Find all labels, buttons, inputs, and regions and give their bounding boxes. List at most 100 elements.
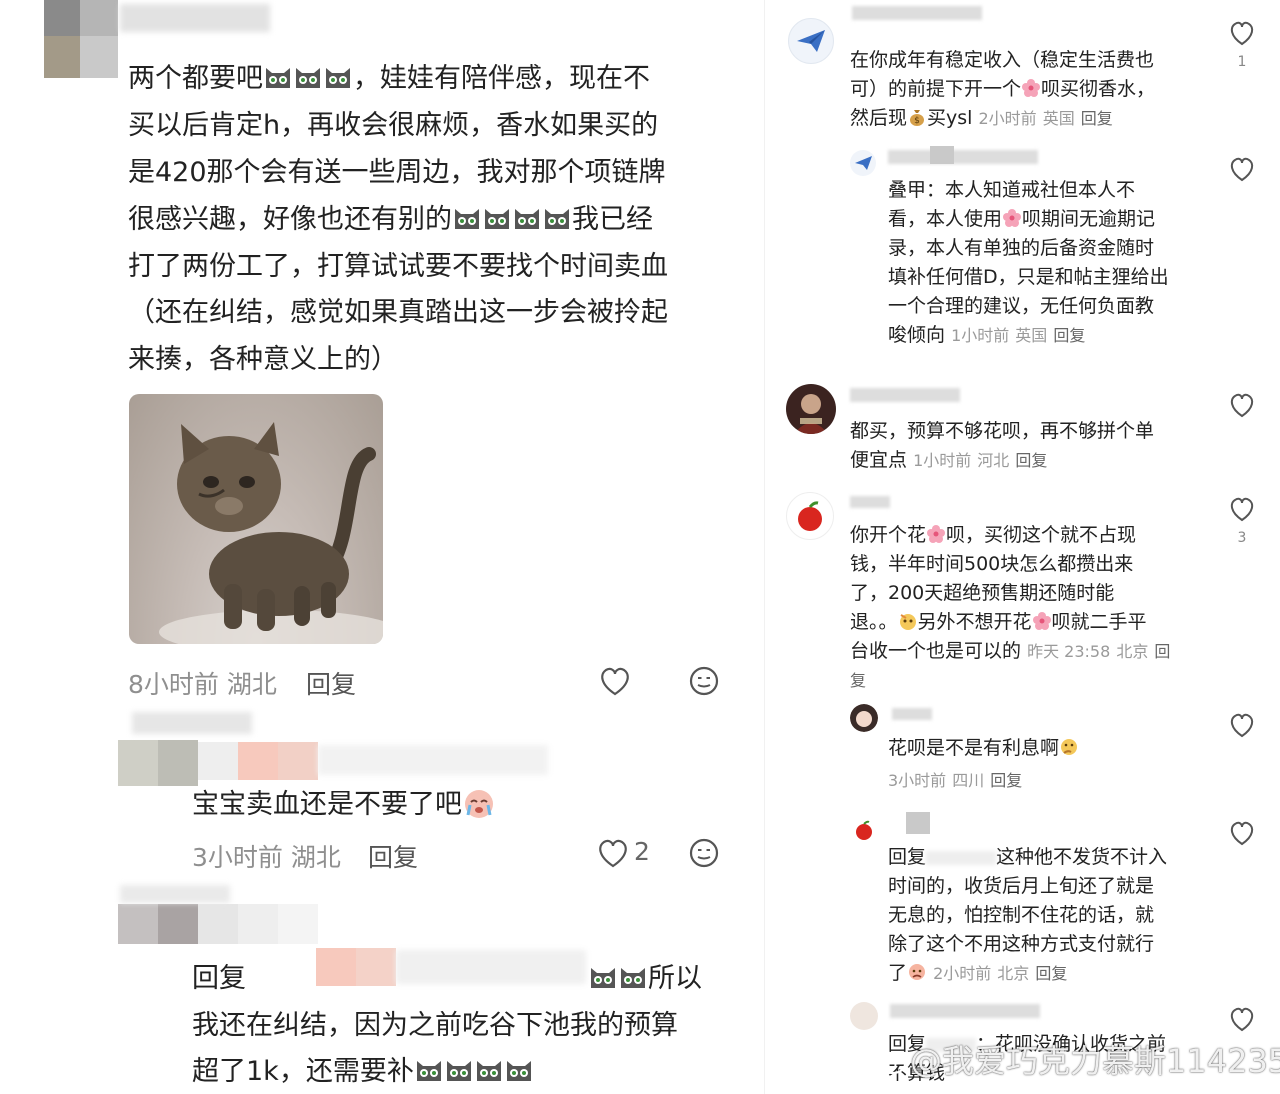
comment-3-line-1-end: 所以 bbox=[588, 956, 702, 995]
comment-2-text: 宝宝卖血还是不要了吧 bbox=[192, 782, 496, 821]
c3r2-like-heart-icon[interactable] bbox=[1228, 820, 1256, 846]
c3-username-redacted[interactable] bbox=[850, 496, 890, 508]
c3-like-count: 3 bbox=[1237, 530, 1247, 546]
comment-1-line-7: 来揍，各种意义上的） bbox=[128, 344, 398, 375]
cat-emoji-icon bbox=[543, 205, 571, 231]
comment-1-like-heart-icon[interactable] bbox=[598, 666, 632, 696]
c1-like-count: 1 bbox=[1237, 54, 1247, 70]
comment-3-reply-prefix: 回复 bbox=[192, 963, 246, 994]
flower-emoji-icon bbox=[1021, 78, 1041, 98]
comment-1-line-6: （还在纠结，感觉如果真踏出这一步会被拎起 bbox=[128, 297, 668, 328]
c3-like-heart-icon[interactable] bbox=[1228, 496, 1256, 522]
c3-location: 北京 bbox=[1116, 642, 1149, 661]
weibo-logo-icon bbox=[879, 1045, 910, 1075]
flower-emoji-icon bbox=[926, 524, 946, 544]
c2-username-redacted[interactable] bbox=[850, 388, 960, 402]
comment-3-line-1: 回复 bbox=[192, 956, 246, 995]
paper-plane-icon bbox=[855, 156, 872, 170]
avatar-paper-plane-small[interactable] bbox=[850, 150, 876, 176]
comment-3-line-3: 超了1k，还需要补 bbox=[192, 1049, 534, 1088]
avatar-c2[interactable] bbox=[786, 384, 836, 434]
cat-emoji-icon bbox=[415, 1057, 443, 1083]
c3r2-time: 2小时前 bbox=[933, 964, 992, 983]
c3r1-location: 四川 bbox=[952, 771, 985, 790]
c3r1-meta: 3小时前 四川 回复 bbox=[888, 766, 1022, 795]
avatar-paper-plane[interactable] bbox=[788, 18, 834, 64]
c1r-location: 英国 bbox=[1015, 326, 1048, 345]
comment-1-line-5: 打了两份工了，打算试试要不要找个时间卖血 bbox=[128, 251, 668, 282]
c3r1-username-redacted[interactable] bbox=[892, 708, 932, 720]
sad-face-emoji-icon bbox=[907, 962, 927, 982]
c3r1-reply-button[interactable]: 回复 bbox=[990, 771, 1022, 790]
c1r-username-redacted[interactable] bbox=[888, 150, 1038, 164]
comment-2-time: 3小时前 bbox=[192, 843, 283, 872]
panel-divider bbox=[764, 0, 765, 1094]
c3r1-time: 3小时前 bbox=[888, 771, 947, 790]
c2-like-heart-icon[interactable] bbox=[1228, 392, 1256, 418]
c1r-username-pixel bbox=[930, 146, 954, 164]
cat-emoji-icon bbox=[294, 64, 322, 90]
cat-emoji-icon bbox=[589, 964, 617, 990]
c3r2-text: 回复 这种他不发货不计入 时间的，收货后月上旬还了就是 无息的，怕控制不住花的话，… bbox=[888, 846, 1168, 984]
c1-username-redacted[interactable] bbox=[852, 6, 982, 20]
comment-1-line-1: 两个都要吧 ，娃娃有陪伴感，现在不 bbox=[128, 63, 650, 94]
comment-1-line-2: 买以后肯定h，再收会很麻烦，香水如果买的 bbox=[128, 110, 659, 141]
comment-2-reply-button[interactable]: 回复 bbox=[368, 838, 418, 874]
cat-emoji-icon bbox=[445, 1057, 473, 1083]
svg-text:$: $ bbox=[914, 116, 920, 126]
c3-reply-button-wrap[interactable]: 复 bbox=[850, 666, 1170, 695]
comment-2-reaction-smiley-icon[interactable] bbox=[688, 837, 720, 869]
c1-text: 在你成年有稳定收入（稳定生活费也 可）的前提下开一个 呗买彻香水， 然后现 $ 买ys… bbox=[850, 49, 1156, 129]
comment-1-meta: 8小时前 湖北 bbox=[128, 665, 277, 701]
comment-1-time: 8小时前 bbox=[128, 670, 219, 699]
cat-emoji-icon bbox=[453, 205, 481, 231]
c3r1-text: 花呗是不是有利息啊 bbox=[888, 734, 1079, 763]
c2-location: 河北 bbox=[977, 451, 1010, 470]
c1-reply-button[interactable]: 回复 bbox=[1081, 109, 1113, 128]
avatar-c3r3[interactable] bbox=[850, 1002, 878, 1030]
apple-icon bbox=[798, 501, 822, 531]
c3r2-username-pixel[interactable] bbox=[906, 812, 930, 834]
c3r2-location: 北京 bbox=[997, 964, 1030, 983]
comment-1-reaction-smiley-icon[interactable] bbox=[688, 665, 720, 697]
avatar-apple[interactable] bbox=[786, 492, 834, 540]
c3r1-like-heart-icon[interactable] bbox=[1228, 712, 1256, 738]
c3r2-reply-button[interactable]: 回复 bbox=[1035, 964, 1067, 983]
comment-1-reply-button[interactable]: 回复 bbox=[306, 665, 356, 701]
c3-text: 你开个花 呗，买彻这个就不占现 钱，半年时间500块怎么都攒出来 了，200天超绝… bbox=[850, 521, 1170, 695]
cat-emoji-icon bbox=[324, 64, 352, 90]
c2-time: 1小时前 bbox=[913, 451, 972, 470]
comment-1-line-3: 是420那个会有送一些周边，我对那个项链牌 bbox=[128, 157, 666, 188]
comment-2-location: 湖北 bbox=[290, 843, 341, 872]
avatar-c3r1[interactable] bbox=[850, 704, 878, 732]
cat-emoji-icon bbox=[483, 205, 511, 231]
c3r3-username-redacted[interactable] bbox=[890, 1004, 1040, 1018]
cat-emoji-icon bbox=[475, 1057, 503, 1083]
avatar-apple-small[interactable] bbox=[850, 816, 878, 844]
c1-like-heart-icon[interactable] bbox=[1228, 20, 1256, 46]
c2-reply-button[interactable]: 回复 bbox=[1015, 451, 1047, 470]
comment-2-like-heart-icon[interactable] bbox=[596, 838, 630, 868]
c2-text: 都买，预算不够花呗，再不够拼个单 便宜点 1小时前 河北 回复 bbox=[850, 420, 1155, 471]
c3r3-like-heart-icon[interactable] bbox=[1228, 1006, 1256, 1032]
c3-time: 昨天 23:58 bbox=[1027, 642, 1111, 661]
c3r2-mention-redacted bbox=[926, 850, 997, 865]
c1r-reply-button[interactable]: 回复 bbox=[1053, 326, 1085, 345]
comment-2-like-count: 2 bbox=[634, 837, 650, 866]
weibo-watermark: @我爱巧克力慕斯114235 bbox=[879, 1036, 1280, 1082]
comment-2-meta: 3小时前 湖北 bbox=[192, 838, 341, 874]
cat-emoji-icon bbox=[264, 64, 292, 90]
c1r-time: 1小时前 bbox=[951, 326, 1010, 345]
cat-emoji-icon bbox=[619, 964, 647, 990]
crying-face-emoji-icon bbox=[465, 790, 493, 818]
apple-icon bbox=[856, 820, 872, 840]
cat-photo[interactable] bbox=[129, 394, 383, 644]
comment-1-location: 湖北 bbox=[226, 670, 277, 699]
c1-time: 2小时前 bbox=[978, 109, 1037, 128]
c1r-text: 叠甲：本人知道戒社但本人不 看，本人使用 呗期间无逾期记 录，本人有单独的后备资金… bbox=[888, 179, 1169, 346]
comment-1-line-4: 很感兴趣，好像也还有别的 我已经 bbox=[128, 204, 653, 235]
thinking-face-emoji-icon bbox=[1059, 737, 1079, 757]
avatar-girl-image bbox=[850, 704, 878, 732]
c3-reply-button[interactable]: 回 bbox=[1154, 642, 1170, 661]
c1r-like-heart-icon[interactable] bbox=[1228, 156, 1256, 182]
